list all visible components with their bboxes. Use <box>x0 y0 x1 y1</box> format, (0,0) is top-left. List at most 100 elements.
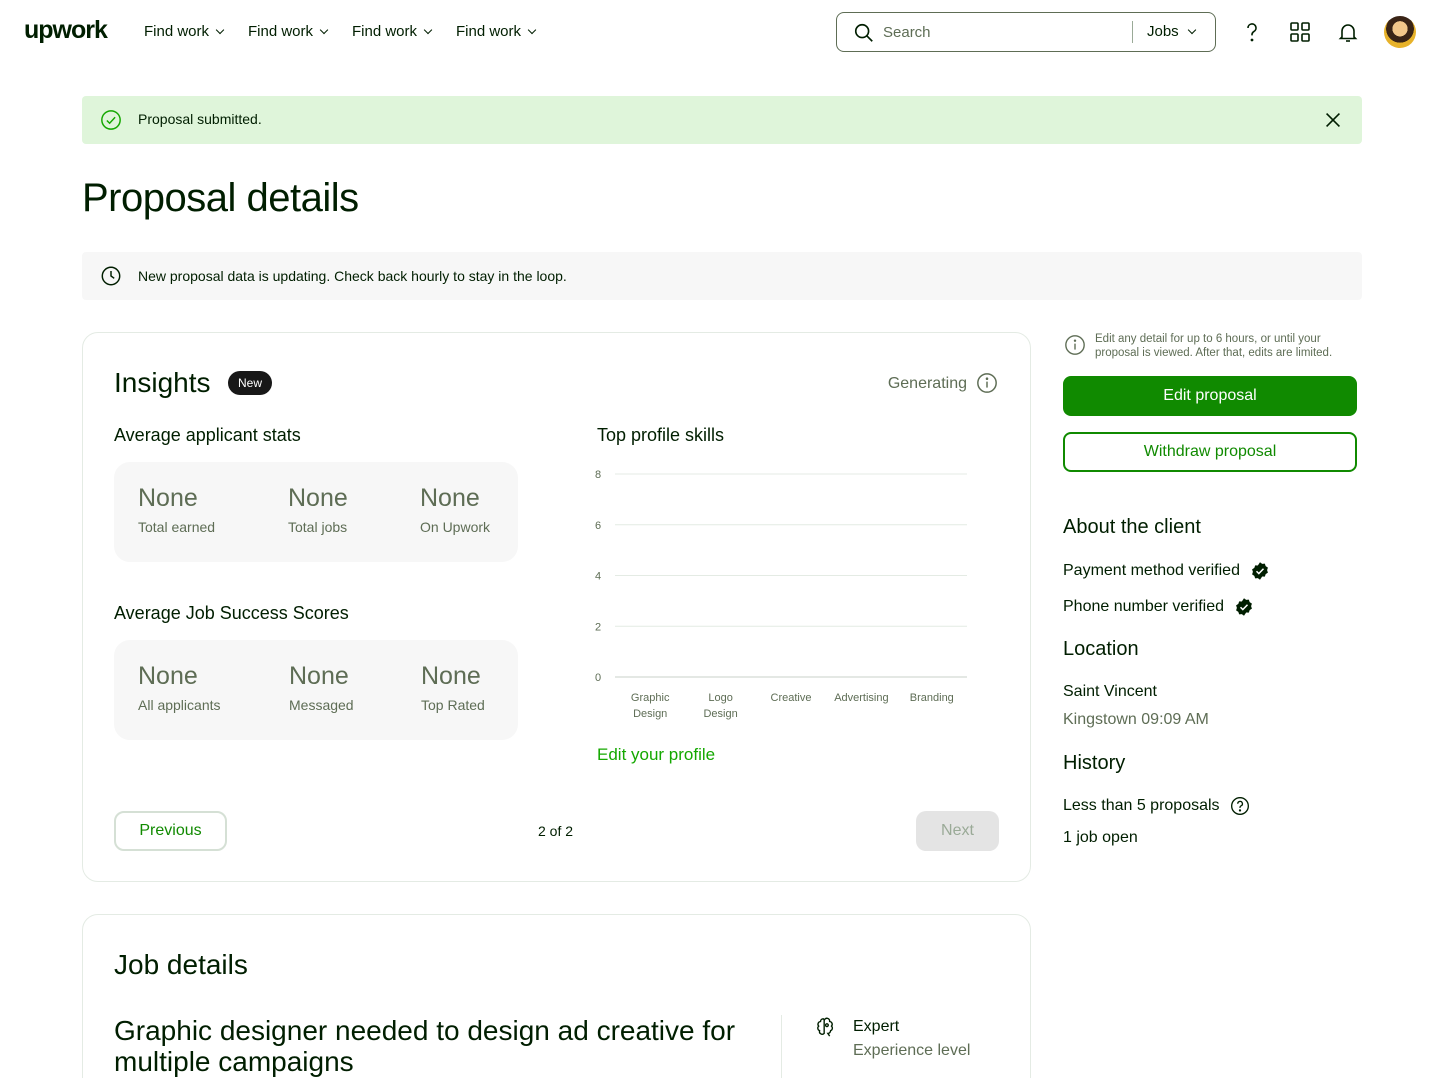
upwork-logo[interactable]: upwork <box>24 16 108 45</box>
stat-all-applicants: None All applicants <box>138 662 221 713</box>
payment-verified-label: Payment method verified <box>1063 562 1240 579</box>
x-tick-label: Logo <box>708 692 732 704</box>
payment-verified-row: Payment method verified <box>1063 561 1270 581</box>
location-country: Saint Vincent <box>1063 683 1157 700</box>
job-details-card: Job details Graphic designer needed to d… <box>82 914 1031 1078</box>
x-tick-label: Advertising <box>834 692 888 704</box>
info-banner: New proposal data is updating. Check bac… <box>82 252 1362 300</box>
jss-label: Average Job Success Scores <box>114 603 349 623</box>
search-input[interactable] <box>883 21 1123 43</box>
nav-label: Find work <box>352 23 418 40</box>
search-divider <box>1132 21 1133 43</box>
job-details-title: Job details <box>114 949 248 980</box>
page-title: Proposal details <box>82 176 359 220</box>
stat-value: None <box>138 484 198 512</box>
insights-card: Insights New Generating Average applican… <box>82 332 1031 882</box>
y-tick-label: 0 <box>595 672 601 684</box>
nav-label: Find work <box>456 23 522 40</box>
x-tick-label: Graphic <box>631 692 670 704</box>
nav-find-work-3[interactable]: Find work <box>352 23 433 40</box>
stat-total-earned: None Total earned <box>138 484 215 535</box>
success-message: Proposal submitted. <box>138 111 262 127</box>
insights-title: Insights <box>114 367 211 398</box>
x-tick-label: Branding <box>910 692 954 704</box>
stat-on-upwork: None On Upwork <box>420 484 490 535</box>
nav-label: Find work <box>248 23 314 40</box>
job-title: Graphic designer needed to design ad cre… <box>114 1015 736 1077</box>
info-message: New proposal data is updating. Check bac… <box>138 268 567 284</box>
location-title: Location <box>1063 638 1139 660</box>
avatar[interactable] <box>1384 16 1416 48</box>
pager-position: 2 of 2 <box>538 823 574 839</box>
search-scope-label: Jobs <box>1147 23 1179 40</box>
apps-grid-icon[interactable] <box>1288 20 1312 44</box>
location-time: Kingstown 09:09 AM <box>1063 711 1209 728</box>
search-icon <box>854 23 873 42</box>
x-tick-label: Design <box>633 708 667 720</box>
search-scope-dropdown[interactable]: Jobs <box>1147 23 1196 40</box>
generating-status: Generating <box>887 375 967 392</box>
close-icon[interactable] <box>1322 109 1344 131</box>
x-tick-label: Design <box>703 708 737 720</box>
nav-find-work-1[interactable]: Find work <box>144 23 225 40</box>
success-banner: Proposal submitted. <box>82 96 1362 144</box>
edit-profile-link[interactable]: Edit your profile <box>597 745 715 765</box>
search-bar: Jobs <box>836 12 1216 52</box>
chevron-down-icon <box>1187 25 1196 34</box>
y-tick-label: 6 <box>595 520 601 532</box>
new-badge: New <box>228 371 273 395</box>
nav-find-work-2[interactable]: Find work <box>248 23 329 40</box>
next-button[interactable]: Next <box>916 811 999 851</box>
proposals-label: Less than 5 proposals <box>1063 797 1220 814</box>
brain-icon <box>817 1017 834 1037</box>
previous-button[interactable]: Previous <box>114 811 227 851</box>
chevron-down-icon <box>215 25 225 34</box>
x-tick-label: Creative <box>771 692 812 704</box>
withdraw-proposal-button[interactable]: Withdraw proposal <box>1063 432 1357 472</box>
stat-messaged: None Messaged <box>289 662 354 713</box>
y-tick-label: 4 <box>595 571 601 583</box>
applicant-stats-label: Average applicant stats <box>114 425 301 445</box>
stat-label: All applicants <box>138 697 221 713</box>
divider <box>781 1015 782 1078</box>
nav-label: Find work <box>144 23 210 40</box>
stat-label: On Upwork <box>420 519 491 535</box>
chevron-down-icon <box>527 25 537 34</box>
about-client-title: About the client <box>1063 516 1201 538</box>
skills-bar-chart: 0 2 4 6 8 Graphic Design Logo Design Creative Adve… <box>595 469 967 720</box>
edit-proposal-button[interactable]: Edit proposal <box>1063 376 1357 416</box>
help-icon[interactable] <box>1240 20 1264 44</box>
proposals-row: Less than 5 proposals <box>1063 796 1250 816</box>
chevron-down-icon <box>423 25 433 34</box>
applicant-stats-box: None Total earned None Total jobs None On U… <box>114 462 518 562</box>
stat-label: Messaged <box>289 697 354 713</box>
chart-title: Top profile skills <box>597 425 725 445</box>
y-tick-label: 2 <box>595 621 601 633</box>
stat-value: None <box>289 662 349 690</box>
stat-value: None <box>420 484 480 512</box>
stat-total-jobs: None Total jobs <box>288 484 348 535</box>
stat-value: None <box>288 484 348 512</box>
help-circle-icon[interactable] <box>1230 796 1250 816</box>
experience-level-label: Experience level <box>853 1042 971 1059</box>
info-icon[interactable] <box>976 372 998 394</box>
y-tick-label: 8 <box>595 469 601 481</box>
info-icon <box>1065 335 1085 355</box>
jss-box: None All applicants None Messaged None Top … <box>114 640 518 740</box>
nav-find-work-4[interactable]: Find work <box>456 23 537 40</box>
phone-verified-label: Phone number verified <box>1063 598 1224 615</box>
edit-note: Edit any detail for up to 6 hours, or un… <box>1095 333 1333 359</box>
stat-value: None <box>138 662 198 690</box>
history-title: History <box>1063 752 1126 774</box>
verified-badge-icon <box>1236 598 1252 616</box>
top-navigation: upwork Find work Find work Find work Fin… <box>0 0 1440 64</box>
stat-top-rated: None Top Rated <box>421 662 485 713</box>
clock-icon <box>101 266 121 286</box>
phone-verified-row: Phone number verified <box>1063 597 1254 617</box>
verified-badge-icon <box>1252 562 1268 580</box>
bell-icon[interactable] <box>1336 20 1360 44</box>
experience-level-value: Expert <box>853 1018 900 1035</box>
check-circle-icon <box>101 110 121 130</box>
jobs-open: 1 job open <box>1063 829 1138 846</box>
chevron-down-icon <box>319 25 329 34</box>
